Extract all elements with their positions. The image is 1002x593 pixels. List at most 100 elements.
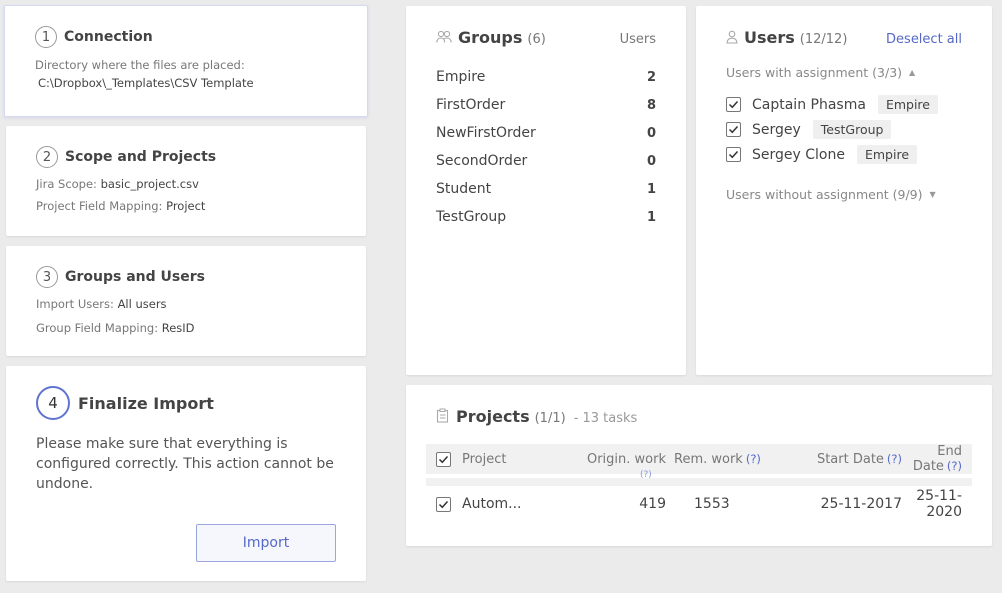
group-list: Empire 2 FirstOrder 8 NewFirstOrder 0 Secon…	[436, 63, 656, 231]
project-cell: Autom...	[426, 496, 566, 512]
select-all-checkbox[interactable]	[436, 451, 451, 467]
import-users-line: Import Users: All users	[36, 297, 336, 311]
users-with-assignment-label: Users with assignment (3/3)	[726, 65, 903, 80]
check-icon	[728, 100, 739, 109]
finalize-message: Please make sure that everything is conf…	[36, 436, 334, 492]
project-checkbox[interactable]	[436, 496, 451, 512]
group-user-count: 1	[646, 181, 656, 197]
rem-work-help[interactable]: (?)	[746, 452, 761, 466]
step-title: Scope and Projects	[65, 149, 217, 165]
user-checkbox[interactable]	[726, 122, 741, 137]
group-row[interactable]: NewFirstOrder 0	[436, 119, 656, 147]
groups-count: (6)	[527, 32, 546, 47]
step-number: 1	[35, 26, 57, 48]
projects-count: (1/1)	[534, 411, 566, 426]
user-row: Sergey Clone Empire	[726, 142, 962, 167]
step-header: 4 Finalize Import	[36, 386, 336, 420]
import-button[interactable]: Import	[196, 524, 336, 562]
table-header: Project Origin. work Rem. work (?) Start …	[426, 444, 972, 480]
check-icon	[728, 125, 739, 134]
group-row[interactable]: FirstOrder 8	[436, 91, 656, 119]
projects-panel: Projects (1/1) - 13 tasks Project Origin…	[406, 385, 992, 546]
users-count: (12/12)	[799, 32, 848, 47]
start-date-column-header: Start Date (?)	[782, 452, 902, 467]
deselect-all-link[interactable]: Deselect all	[886, 32, 962, 47]
group-mapping-line: Group Field Mapping: ResID	[36, 321, 336, 335]
project-mapping-label: Project Field Mapping:	[36, 199, 167, 213]
project-column-label: Project	[462, 451, 507, 467]
step-connection-card[interactable]: 1 Connection Directory where the files a…	[4, 5, 368, 117]
check-icon	[438, 455, 449, 463]
start-date-cell: 25-11-2017	[820, 496, 902, 512]
group-user-count: 2	[646, 69, 656, 85]
group-name: SecondOrder	[436, 153, 528, 169]
group-name: Empire	[436, 69, 486, 85]
project-mapping-value: Project	[166, 199, 206, 213]
groups-panel: Groups (6) Users Empire 2 FirstOrder 8 New…	[406, 6, 686, 375]
rem-work-label: Rem. work	[674, 451, 743, 467]
users-panel: Users (12/12) Deselect all Users with as…	[696, 6, 992, 375]
step-title: Groups and Users	[65, 269, 205, 285]
step-number: 4	[36, 386, 70, 420]
user-checkbox[interactable]	[726, 147, 741, 162]
import-users-value: All users	[117, 297, 167, 311]
group-row[interactable]: Student 1	[436, 175, 656, 203]
group-mapping-label: Group Field Mapping:	[36, 321, 162, 335]
step-header: 1 Connection	[35, 26, 337, 48]
step-groups-users-card[interactable]: 3 Groups and Users Import Users: All use…	[6, 246, 366, 356]
end-date-help[interactable]: (?)	[947, 459, 962, 473]
group-name: FirstOrder	[436, 97, 506, 113]
check-icon	[728, 150, 739, 159]
group-user-count: 1	[646, 209, 656, 225]
start-date-label: Start Date	[816, 451, 884, 467]
jira-scope-label: Jira Scope:	[36, 177, 101, 191]
step-title: Finalize Import	[78, 393, 214, 413]
table-divider	[426, 478, 972, 486]
project-mapping-line: Project Field Mapping: Project	[36, 199, 336, 213]
check-icon	[438, 500, 449, 508]
group-mapping-value: ResID	[161, 321, 195, 335]
step-finalize-card: 4 Finalize Import Please make sure that …	[6, 366, 366, 581]
user-row: Sergey TestGroup	[726, 117, 962, 142]
tasks-count: - 13 tasks	[573, 411, 638, 426]
import-users-label: Import Users:	[36, 297, 118, 311]
users-column-header: Users	[619, 32, 656, 47]
step-number: 2	[36, 146, 58, 168]
groups-title: Groups	[458, 28, 523, 47]
user-checkbox[interactable]	[726, 97, 741, 112]
users-title: Users	[744, 28, 795, 47]
group-row[interactable]: SecondOrder 0	[436, 147, 656, 175]
projects-table: Project Origin. work Rem. work (?) Start …	[426, 444, 972, 522]
end-date-cell: 25-11-2020	[916, 488, 962, 520]
rem-work-column-header: Rem. work (?)	[666, 452, 782, 467]
projects-title: Projects	[456, 407, 530, 426]
users-without-assignment-label: Users without assignment (9/9)	[726, 187, 923, 202]
group-row[interactable]: Empire 2	[436, 63, 656, 91]
orig-work-help[interactable]: (?)	[640, 470, 652, 480]
jira-scope-line: Jira Scope: basic_project.csv	[36, 177, 336, 191]
orig-work-cell: 419	[639, 496, 666, 512]
projects-header: Projects (1/1) - 13 tasks	[426, 407, 972, 426]
group-row[interactable]: TestGroup 1	[436, 203, 656, 231]
group-user-count: 8	[646, 97, 656, 113]
group-name: TestGroup	[436, 209, 507, 225]
step-title: Connection	[64, 29, 153, 45]
users-header: Users (12/12) Deselect all	[726, 28, 962, 47]
users-with-assignment-toggle[interactable]: Users with assignment (3/3) ▲	[726, 65, 962, 80]
directory-label: Directory where the files are placed:	[35, 58, 245, 72]
rem-work-cell: 1553	[694, 496, 730, 512]
table-row: Autom... 419 1553 25-11-2017 25-11-2020	[426, 486, 972, 522]
group-user-count: 0	[646, 153, 656, 169]
step-scope-card[interactable]: 2 Scope and Projects Jira Scope: basic_p…	[6, 126, 366, 236]
users-without-assignment-toggle[interactable]: Users without assignment (9/9) ▼	[726, 187, 962, 202]
groups-icon	[436, 29, 452, 43]
group-name: Student	[436, 181, 492, 197]
user-name: Sergey Clone	[752, 146, 845, 163]
user-icon	[726, 29, 738, 44]
start-date-help[interactable]: (?)	[887, 452, 902, 466]
caret-down-icon: ▼	[929, 190, 936, 199]
step-header: 3 Groups and Users	[36, 266, 336, 288]
project-column-header: Project	[426, 451, 566, 467]
user-list: Captain Phasma Empire Sergey TestGroup S…	[726, 92, 962, 167]
user-group-tag: Empire	[877, 95, 938, 114]
